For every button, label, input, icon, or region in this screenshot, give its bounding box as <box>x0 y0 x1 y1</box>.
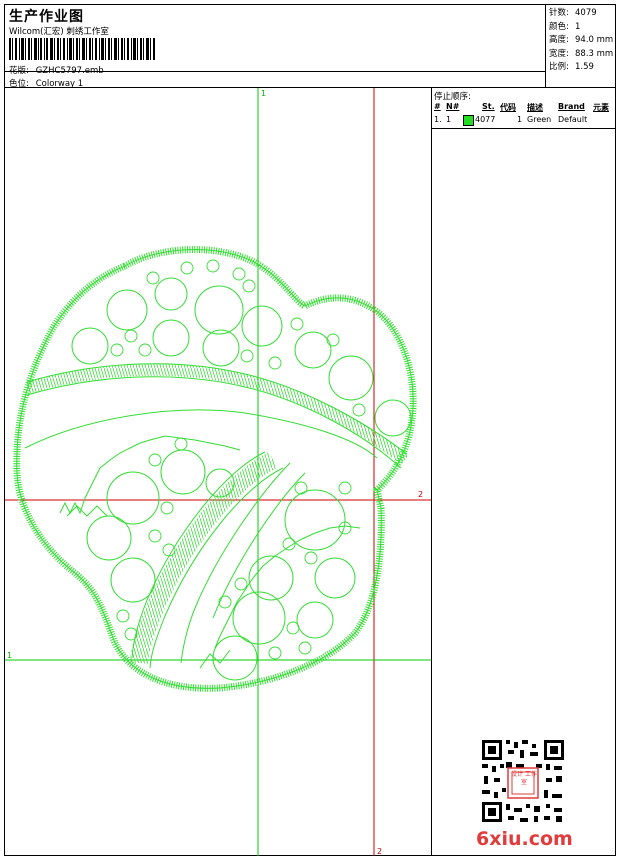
software-subtitle: Wilcom(汇宏) 刺绣工作室 <box>9 27 109 37</box>
design-row: 花版: GZHC5797.emb <box>9 64 104 76</box>
stop-sequence-title: 停止顺序: <box>434 92 471 102</box>
row-brand: Default <box>558 115 588 124</box>
guide-label-horizontal-red: 2 <box>418 490 424 499</box>
stat-stitches: 针数: 4079 <box>549 8 597 18</box>
stat-colors: 颜色: 1 <box>549 21 581 32</box>
stats-panel: 针数: 4079 颜色: 1 高度: 94.0 mm 宽度: 88.3 mm 比例: 1.… <box>545 5 616 88</box>
col-header-n: N# <box>446 102 460 111</box>
col-header-element: 元素 <box>593 103 609 112</box>
col-header-brand: Brand <box>558 102 585 111</box>
header-info: 生产作业图 Wilcom(汇宏) 刺绣工作室 花版: GZHC5797.emb … <box>5 5 545 89</box>
stop-table-rule <box>432 128 615 129</box>
row-n: 1 <box>446 115 452 124</box>
barcode <box>9 38 155 60</box>
watermark-6xiu: 6xiu.com <box>476 828 573 850</box>
qr-stamp-text: 设计 工作室 <box>511 771 537 786</box>
stat-width: 宽度: 88.3 mm <box>549 48 614 59</box>
row-stitches: 4077 <box>475 115 496 124</box>
guide-label-vertical-red: 2 <box>377 847 383 856</box>
design-label: 花版: <box>9 66 29 76</box>
page-title: 生产作业图 <box>9 9 84 25</box>
guide-label-vertical-green: 1 <box>261 89 267 98</box>
guide-label-horizontal-green: 1 <box>7 651 13 660</box>
color-swatch-green <box>463 115 474 126</box>
row-code: 1 <box>517 115 523 124</box>
stat-height: 高度: 94.0 mm <box>549 35 614 46</box>
col-header-stitches: St. <box>482 102 495 111</box>
col-header-description: 描述 <box>527 103 543 112</box>
stat-scale: 比例: 1.59 <box>549 62 594 73</box>
embroidery-design <box>5 88 431 856</box>
col-header-code: 代码 <box>500 103 516 112</box>
col-header-index: # <box>434 102 441 111</box>
row-description: Green <box>527 115 552 124</box>
header-divider-1 <box>5 71 545 72</box>
row-index: 1. <box>434 115 442 124</box>
